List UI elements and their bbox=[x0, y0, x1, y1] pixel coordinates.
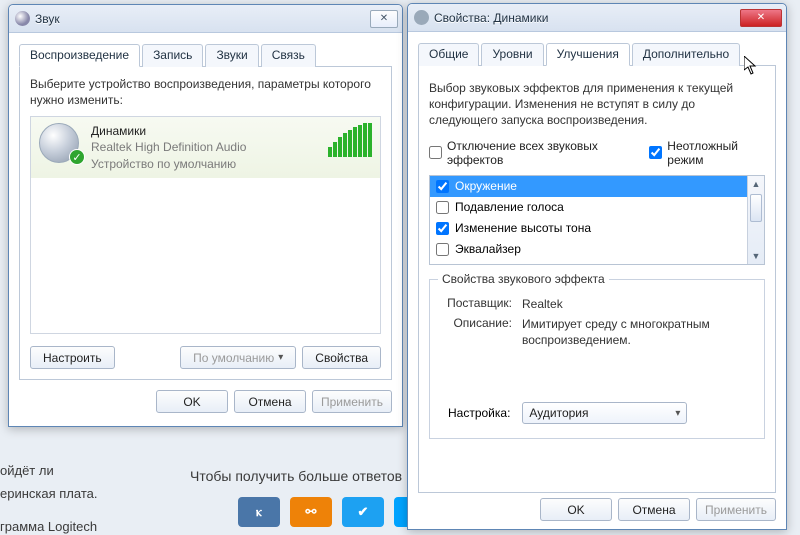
effect-eq-label: Эквалайзер bbox=[455, 242, 521, 256]
effect-pitch-label: Изменение высоты тона bbox=[455, 221, 591, 235]
vendor-label: Поставщик: bbox=[440, 296, 512, 312]
cancel-button[interactable]: Отмена bbox=[234, 390, 306, 413]
level-meter bbox=[328, 123, 372, 157]
window-icon bbox=[414, 10, 429, 25]
sound-tabs: Воспроизведение Запись Звуки Связь bbox=[19, 43, 392, 67]
apply-button[interactable]: Применить bbox=[696, 498, 776, 521]
apply-button[interactable]: Применить bbox=[312, 390, 392, 413]
effect-pitch-shift[interactable]: Изменение высоты тона bbox=[430, 218, 747, 239]
disable-all-effects-input[interactable] bbox=[429, 146, 442, 159]
effects-scrollbar[interactable]: ▲ ▼ bbox=[747, 176, 764, 264]
tab-general[interactable]: Общие bbox=[418, 43, 479, 66]
properties-window: Свойства: Динамики ✕ Общие Уровни Улучше… bbox=[407, 3, 787, 530]
properties-title: Свойства: Динамики bbox=[434, 11, 740, 25]
effect-voice-label: Подавление голоса bbox=[455, 200, 564, 214]
playback-hint: Выберите устройство воспроизведения, пар… bbox=[30, 77, 381, 108]
tab-playback[interactable]: Воспроизведение bbox=[19, 44, 140, 67]
description-value: Имитирует среду с многократным воспроизв… bbox=[522, 316, 754, 348]
effect-surround[interactable]: Окружение bbox=[430, 176, 747, 197]
effects-list[interactable]: Окружение Подавление голоса Изменение вы… bbox=[429, 175, 765, 265]
tab-record[interactable]: Запись bbox=[142, 44, 203, 67]
speaker-icon bbox=[15, 11, 30, 26]
properties-button[interactable]: Свойства bbox=[302, 346, 381, 369]
tab-enhancements[interactable]: Улучшения bbox=[546, 43, 630, 66]
device-item-speakers[interactable]: ✓ Динамики Realtek High Definition Audio… bbox=[31, 117, 380, 178]
tab-communication[interactable]: Связь bbox=[261, 44, 316, 67]
share-twitter-button[interactable]: ✔ bbox=[342, 497, 384, 527]
sound-title: Звук bbox=[35, 12, 370, 26]
share-vk-button[interactable]: ⲕ bbox=[238, 497, 280, 527]
scroll-thumb[interactable] bbox=[750, 194, 762, 222]
scroll-down-icon[interactable]: ▼ bbox=[748, 248, 764, 264]
enhancements-description: Выбор звуковых эффектов для применения к… bbox=[429, 80, 765, 129]
properties-tabs: Общие Уровни Улучшения Дополнительно bbox=[418, 42, 776, 66]
effect-voice-checkbox[interactable] bbox=[436, 201, 449, 214]
effect-pitch-checkbox[interactable] bbox=[436, 222, 449, 235]
effect-properties-group: Свойства звукового эффекта Поставщик: Re… bbox=[429, 279, 765, 440]
effect-properties-title: Свойства звукового эффекта bbox=[438, 272, 609, 286]
more-answers-text: Чтобы получить больше ответов bbox=[190, 468, 402, 484]
scroll-up-icon[interactable]: ▲ bbox=[748, 176, 764, 192]
tab-sounds[interactable]: Звуки bbox=[205, 44, 258, 67]
bg-text-1: ойдёт ли bbox=[0, 463, 54, 478]
sound-titlebar[interactable]: Звук ✕ bbox=[9, 5, 402, 33]
bg-text-2: еринская плата. bbox=[0, 486, 97, 501]
ok-button[interactable]: OK bbox=[540, 498, 612, 521]
effect-voice-suppress[interactable]: Подавление голоса bbox=[430, 197, 747, 218]
effect-equalizer[interactable]: Эквалайзер bbox=[430, 239, 747, 260]
urgent-mode-label: Неотложный режим bbox=[667, 139, 765, 167]
tab-levels[interactable]: Уровни bbox=[481, 43, 543, 66]
device-driver: Realtek High Definition Audio bbox=[91, 139, 314, 155]
disable-all-effects-label: Отключение всех звуковых эффектов bbox=[447, 139, 635, 167]
ok-button[interactable]: OK bbox=[156, 390, 228, 413]
sound-window: Звук ✕ Воспроизведение Запись Звуки Связ… bbox=[8, 4, 403, 427]
device-name: Динамики bbox=[91, 123, 314, 139]
effect-eq-checkbox[interactable] bbox=[436, 243, 449, 256]
vendor-value: Realtek bbox=[522, 296, 754, 312]
set-default-button[interactable]: По умолчанию bbox=[180, 346, 296, 369]
disable-all-effects-checkbox[interactable]: Отключение всех звуковых эффектов bbox=[429, 139, 635, 167]
bg-text-3: грамма Logitech bbox=[0, 519, 97, 534]
share-ok-button[interactable]: ⚯ bbox=[290, 497, 332, 527]
setting-combobox[interactable]: Аудитория bbox=[522, 402, 687, 424]
cancel-button[interactable]: Отмена bbox=[618, 498, 690, 521]
effect-surround-label: Окружение bbox=[455, 179, 517, 193]
description-label: Описание: bbox=[440, 316, 512, 348]
tab-advanced[interactable]: Дополнительно bbox=[632, 43, 740, 66]
setting-label: Настройка: bbox=[448, 406, 510, 420]
close-icon[interactable]: ✕ bbox=[370, 10, 398, 28]
default-check-icon: ✓ bbox=[69, 149, 85, 165]
urgent-mode-checkbox[interactable]: Неотложный режим bbox=[649, 139, 765, 167]
properties-titlebar[interactable]: Свойства: Динамики ✕ bbox=[408, 4, 786, 32]
device-list[interactable]: ✓ Динамики Realtek High Definition Audio… bbox=[30, 116, 381, 334]
setting-value: Аудитория bbox=[529, 406, 588, 420]
close-icon[interactable]: ✕ bbox=[740, 9, 782, 27]
configure-button[interactable]: Настроить bbox=[30, 346, 115, 369]
effect-surround-checkbox[interactable] bbox=[436, 180, 449, 193]
device-status: Устройство по умолчанию bbox=[91, 156, 314, 172]
urgent-mode-input[interactable] bbox=[649, 146, 662, 159]
